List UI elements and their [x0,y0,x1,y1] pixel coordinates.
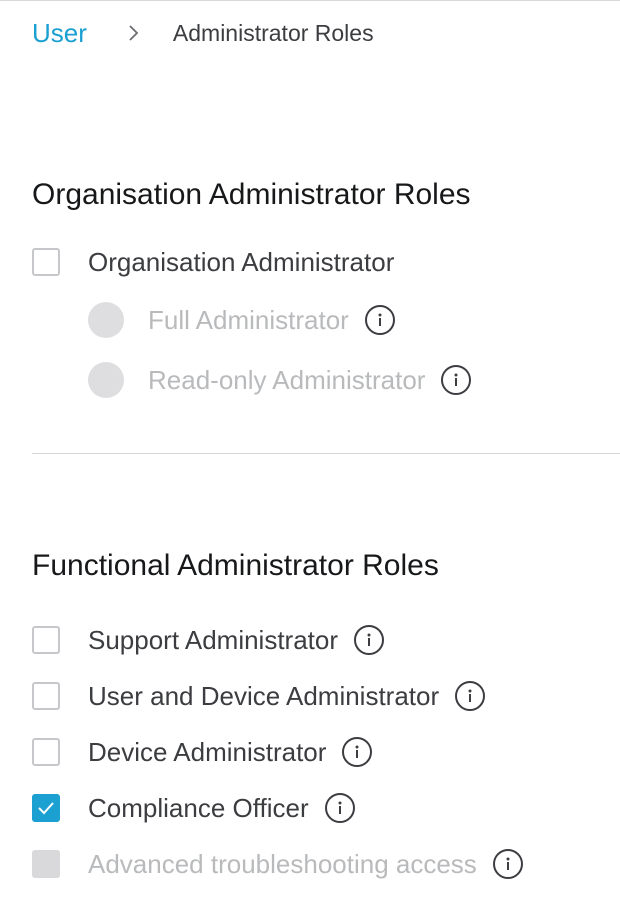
full-administrator-option: Full Administrator [88,300,395,340]
info-icon[interactable] [492,849,523,879]
device-administrator-label: Device Administrator [88,736,327,767]
info-icon[interactable] [354,625,385,655]
info-icon[interactable] [455,681,486,711]
info-icon[interactable] [441,365,472,395]
device-administrator-row[interactable]: Device Administrator [32,732,373,772]
advanced-troubleshooting-label: Advanced troubleshooting access [88,848,477,879]
organisation-roles-heading: Organisation Administrator Roles [32,178,471,211]
info-icon[interactable] [342,737,373,767]
top-divider [0,0,620,1]
support-administrator-checkbox[interactable] [32,626,60,654]
info-icon[interactable] [364,305,395,335]
organisation-administrator-row[interactable]: Organisation Administrator [32,242,394,282]
organisation-administrator-checkbox[interactable] [32,248,60,276]
section-divider [32,453,620,454]
checkmark-icon [38,802,54,815]
breadcrumb-user-link[interactable]: User [32,18,87,49]
administrator-roles-page: User Administrator Roles Organisation Ad… [0,0,620,900]
advanced-troubleshooting-row: Advanced troubleshooting access [32,844,523,884]
advanced-troubleshooting-checkbox [32,850,60,878]
user-and-device-administrator-row[interactable]: User and Device Administrator [32,676,486,716]
device-administrator-checkbox[interactable] [32,738,60,766]
compliance-officer-row[interactable]: Compliance Officer [32,788,355,828]
support-administrator-label: Support Administrator [88,624,339,655]
compliance-officer-label: Compliance Officer [88,792,309,823]
compliance-officer-checkbox[interactable] [32,794,60,822]
organisation-administrator-label: Organisation Administrator [88,246,395,277]
full-administrator-radio [88,302,124,338]
read-only-administrator-radio [88,362,124,398]
user-and-device-administrator-label: User and Device Administrator [88,680,440,711]
breadcrumb-current: Administrator Roles [172,19,374,46]
read-only-administrator-label: Read-only Administrator [148,364,426,395]
read-only-administrator-option: Read-only Administrator [88,360,472,400]
functional-roles-heading: Functional Administrator Roles [32,549,439,582]
chevron-right-icon [125,24,143,42]
breadcrumb: User Administrator Roles [32,16,374,50]
user-and-device-administrator-checkbox[interactable] [32,682,60,710]
support-administrator-row[interactable]: Support Administrator [32,620,385,660]
full-administrator-label: Full Administrator [148,304,349,335]
info-icon[interactable] [324,793,355,823]
